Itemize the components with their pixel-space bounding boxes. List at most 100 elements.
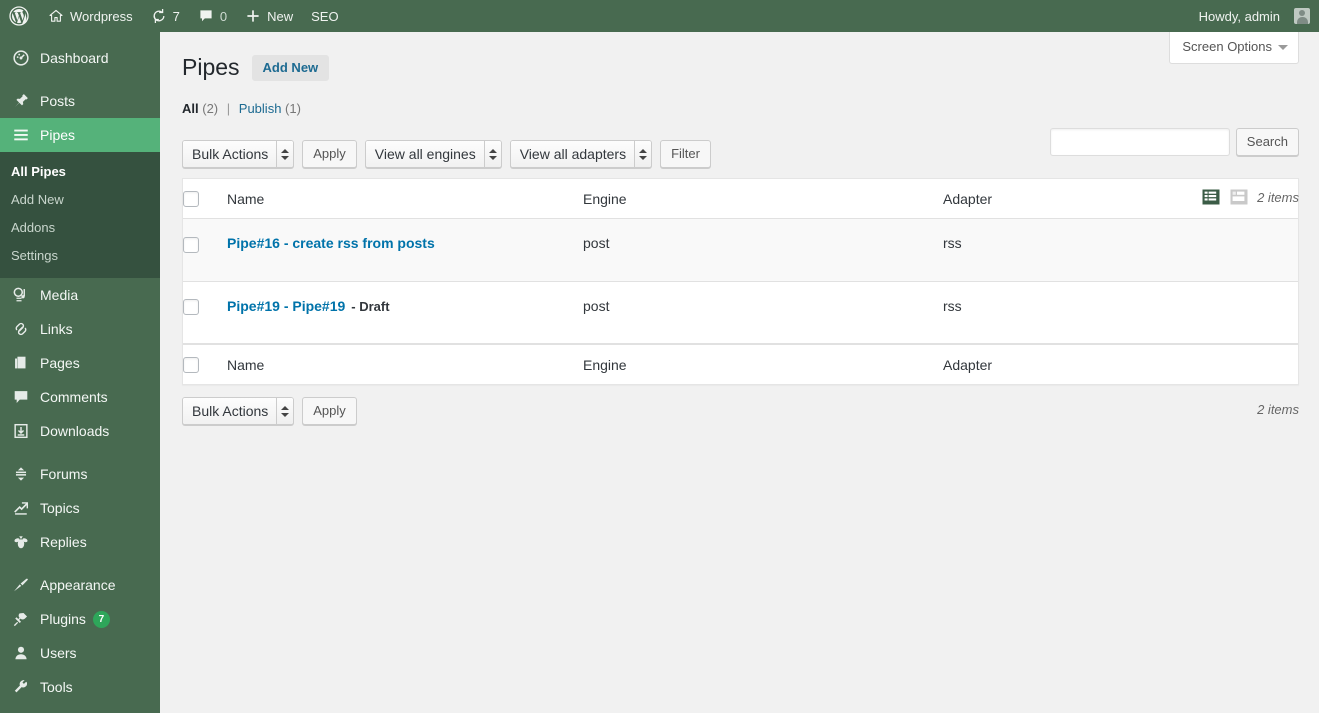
items-count-top: 2 items [1257,189,1299,205]
tablenav-bottom: Bulk Actions Apply 2 items [182,396,1299,426]
view-switch: 2 items [1201,187,1299,207]
engines-filter-value: View all engines [365,141,484,167]
row-select-cell [183,219,227,282]
sidebar-item-label: Pipes [40,127,76,143]
row-name-cell: Pipe#16 - create rss from posts [227,219,583,282]
wrench-icon [11,678,31,696]
row-engine-cell: post [583,282,943,344]
search-input[interactable] [1049,128,1230,156]
comment-bubble-icon [11,388,31,406]
bulk-actions-select-top[interactable]: Bulk Actions [182,140,295,168]
row-title-link[interactable]: Pipe#19 - Pipe#19 [227,298,345,314]
sidebar-item-comments[interactable]: Comments [0,380,160,414]
page-title: Pipes Add New [182,53,1299,82]
sidebar-item-links[interactable]: Links [0,312,160,346]
replies-bee-icon [11,533,31,551]
wordpress-logo-menu[interactable] [0,0,39,32]
row-checkbox[interactable] [183,298,199,315]
screen-options-toggle[interactable]: Screen Options [1169,32,1299,64]
my-account-menu[interactable]: Howdy, admin [1190,0,1319,32]
pages-icon [11,354,31,372]
submenu-item-add-new[interactable]: Add New [0,186,160,214]
select-arrows-icon [483,141,501,167]
menu-lines-icon [11,126,31,144]
filter-button[interactable]: Filter [660,140,711,168]
updates-count: 7 [172,8,180,24]
seo-menu[interactable]: SEO [302,0,347,32]
apply-button-top[interactable]: Apply [302,140,357,168]
page-wrap: Pipes Add New All (2) | Publish (1) Sear… [160,32,1319,426]
row-title-link[interactable]: Pipe#16 - create rss from posts [227,235,435,251]
row-post-state: - Draft [351,298,390,314]
menu-spacer-3 [0,559,160,568]
filter-link-all[interactable]: All [182,101,199,116]
table-footer-row: Name Engine Adapter [183,343,1298,385]
pushpin-icon [11,92,31,110]
select-all-header [183,179,227,220]
column-header-name[interactable]: Name [227,179,583,220]
dashboard-gauge-icon [11,49,31,67]
plus-icon [245,8,261,24]
sidebar-item-dashboard[interactable]: Dashboard [0,41,160,75]
sidebar-item-topics[interactable]: Topics [0,491,160,525]
sidebar-item-label: Media [40,287,79,303]
submenu-item-addons[interactable]: Addons [0,214,160,242]
sidebar-item-label: Forums [40,466,88,482]
updates-menu[interactable]: 7 [142,0,189,32]
search-button[interactable]: Search [1235,128,1299,156]
menu-spacer-1 [0,75,160,84]
row-checkbox[interactable] [183,236,199,253]
sidebar-item-forums[interactable]: Forums [0,457,160,491]
column-footer-engine[interactable]: Engine [583,343,943,385]
menu-spacer-top [0,32,160,41]
home-icon [48,8,64,24]
list-view-icon[interactable] [1201,187,1221,207]
forums-icon [11,465,31,483]
sidebar-item-label: Appearance [40,577,116,593]
table-head: Name Engine Adapter [183,179,1298,220]
submenu-item-all-pipes[interactable]: All Pipes [0,158,160,186]
row-select-cell [183,282,227,344]
admin-sidebar: Dashboard Posts Pipes All Pipes Add New … [0,32,168,713]
sidebar-item-appearance[interactable]: Appearance [0,568,160,602]
site-name-label: Wordpress [70,8,133,24]
sidebar-item-media[interactable]: Media [0,278,160,312]
sidebar-item-tools[interactable]: Tools [0,670,160,704]
sidebar-item-downloads[interactable]: Downloads [0,414,160,448]
sidebar-item-users[interactable]: Users [0,636,160,670]
apply-button-bottom[interactable]: Apply [302,397,357,426]
comments-count: 0 [219,8,228,24]
sidebar-item-replies[interactable]: Replies [0,525,160,559]
plug-icon [11,610,31,628]
admin-bar: Wordpress 7 0 New SEO Howdy, admin [0,0,1319,32]
submenu-item-settings[interactable]: Settings [0,242,160,270]
sidebar-item-plugins[interactable]: Plugins 7 [0,602,160,636]
paintbrush-icon [11,576,31,594]
column-header-engine[interactable]: Engine [583,179,943,220]
column-footer-adapter[interactable]: Adapter [943,343,1298,385]
sidebar-item-label: Downloads [40,423,110,439]
pipes-submenu: All Pipes Add New Addons Settings [0,152,160,278]
excerpt-view-icon[interactable] [1229,187,1249,207]
sidebar-item-label: Topics [40,500,80,516]
engines-filter-select[interactable]: View all engines [364,140,502,168]
sidebar-item-label: Plugins [40,611,86,627]
select-all-checkbox-top[interactable] [183,191,199,208]
page-title-text: Pipes [182,54,240,80]
filter-count-publish: (1) [285,101,301,116]
select-all-checkbox-bottom[interactable] [183,357,199,374]
adapters-filter-select[interactable]: View all adapters [509,140,653,168]
add-new-button[interactable]: Add New [251,54,330,81]
filter-link-publish[interactable]: Publish [239,101,282,116]
download-icon [11,422,31,440]
comments-menu[interactable]: 0 [189,0,236,32]
sidebar-item-pages[interactable]: Pages [0,346,160,380]
column-footer-name[interactable]: Name [227,343,583,385]
new-content-menu[interactable]: New [236,0,302,32]
sidebar-item-posts[interactable]: Posts [0,84,160,118]
bulk-actions-select-bottom[interactable]: Bulk Actions [182,397,295,426]
site-name-menu[interactable]: Wordpress [39,0,142,32]
table-row: Pipe#19 - Pipe#19 - Draft post rss [183,282,1298,344]
sidebar-item-pipes[interactable]: Pipes [0,118,168,152]
table-header-row: Name Engine Adapter [183,179,1298,220]
